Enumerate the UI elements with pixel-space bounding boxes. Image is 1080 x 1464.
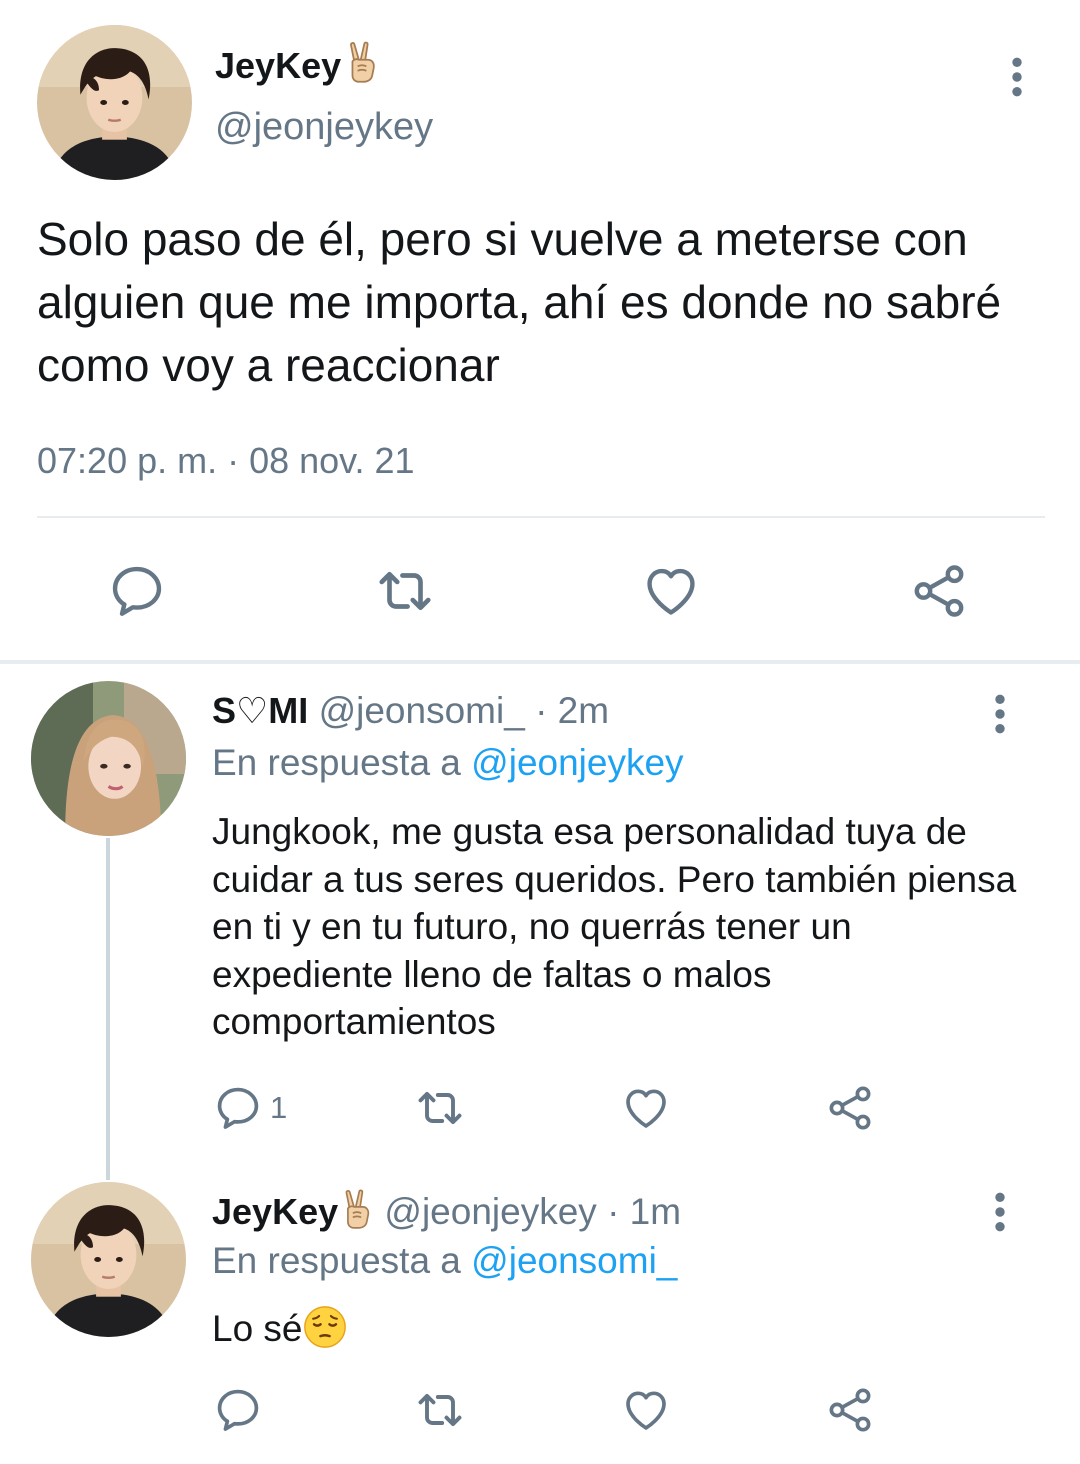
share-icon (824, 1384, 876, 1436)
tweet-text: Jungkook, me gusta esa personalidad tuya… (212, 811, 1017, 1042)
reply-button[interactable] (212, 1384, 264, 1436)
author-name[interactable]: JeyKey (212, 1191, 374, 1232)
reply-to-link[interactable]: @jeonjeykey (471, 742, 683, 783)
reply-to-link[interactable]: @jeonsomi_ (471, 1240, 677, 1281)
heart-icon (640, 560, 702, 622)
retweet-icon (412, 1384, 468, 1436)
avatar[interactable] (37, 25, 192, 180)
share-button[interactable] (908, 560, 970, 622)
share-icon (824, 1082, 876, 1134)
author-handle[interactable]: @jeonjeykey (215, 106, 433, 149)
like-button[interactable] (620, 1384, 672, 1436)
reply-context: En respuesta a @jeonjeykey (212, 742, 684, 784)
avatar[interactable] (31, 1182, 186, 1337)
like-button[interactable] (620, 1082, 672, 1134)
more-options-icon[interactable] (1000, 55, 1034, 99)
reply-icon (212, 1384, 264, 1436)
retweet-icon (372, 560, 438, 622)
retweet-icon (412, 1082, 468, 1134)
time-ago: · 1m (607, 1191, 682, 1232)
pensive-face-icon (303, 1305, 347, 1349)
heart-icon (620, 1082, 672, 1134)
retweet-button[interactable] (372, 560, 438, 622)
share-button[interactable] (824, 1384, 876, 1436)
reply-header: S♡MI @jeonsomi_ · 2m (212, 690, 609, 732)
reply-button[interactable]: 1 (212, 1082, 287, 1134)
more-options-icon[interactable] (985, 1190, 1015, 1234)
tweet-timestamp[interactable]: 07:20 p. m. · 08 nov. 21 (37, 440, 415, 482)
thread-line (106, 838, 110, 1180)
tweet-text: Solo paso de él, pero si vuelve a meters… (37, 213, 1002, 391)
reply-icon (212, 1082, 264, 1134)
heart-icon (620, 1384, 672, 1436)
tweet-text-content: Lo sé (212, 1308, 303, 1349)
author-handle[interactable]: @jeonsomi_ (319, 690, 525, 731)
tweet-text: Lo sé (212, 1305, 1042, 1353)
victory-hand-icon (340, 1188, 374, 1230)
retweet-button[interactable] (412, 1384, 468, 1436)
reply-prefix: En respuesta a (212, 742, 461, 783)
divider (37, 516, 1045, 518)
author-name[interactable]: JeyKey (215, 40, 380, 87)
author-handle[interactable]: @jeonjeykey (384, 1191, 596, 1232)
reply-icon (106, 560, 168, 622)
reply-button[interactable] (106, 560, 168, 622)
reply-count: 1 (270, 1090, 288, 1125)
share-icon (908, 560, 970, 622)
share-button[interactable] (824, 1082, 876, 1134)
reply-context: En respuesta a @jeonsomi_ (212, 1240, 677, 1282)
main-tweet: JeyKey @jeonjeykey Solo paso de él, pero… (0, 0, 1080, 662)
author-name[interactable]: S♡MI (212, 690, 308, 731)
reply-header: JeyKey @jeonjeykey · 1m (212, 1188, 681, 1233)
avatar[interactable] (31, 681, 186, 836)
reply-prefix: En respuesta a (212, 1240, 461, 1281)
author-name-text: JeyKey (212, 1191, 339, 1232)
victory-hand-icon (344, 40, 380, 84)
section-divider (0, 660, 1080, 664)
retweet-button[interactable] (412, 1082, 468, 1134)
author-name-text: JeyKey (215, 45, 342, 86)
like-button[interactable] (640, 560, 702, 622)
more-options-icon[interactable] (985, 692, 1015, 736)
time-ago: · 2m (535, 690, 610, 731)
